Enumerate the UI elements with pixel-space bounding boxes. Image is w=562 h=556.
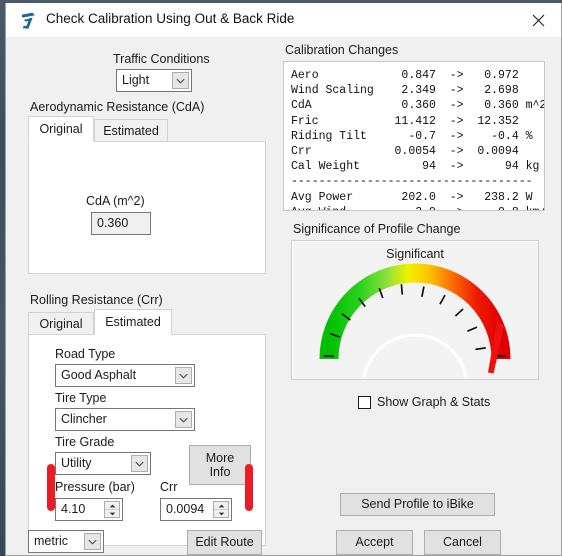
tire-grade-label: Tire Grade [55,435,115,449]
units-select[interactable]: metric [28,530,104,553]
chevron-down-icon [84,533,101,550]
annotation-bracket-left [47,464,55,511]
dialog-window: Check Calibration Using Out & Back Ride … [5,3,562,556]
annotation-bracket-right [245,464,253,511]
pressure-value: 4.10 [61,502,86,516]
significance-group-title: Significance of Profile Change [291,222,463,236]
aero-group-title: Aerodynamic Resistance (CdA) [28,100,207,114]
tire-grade-value: Utility [61,456,92,470]
pressure-stepper[interactable] [104,501,120,518]
title-bar: Check Calibration Using Out & Back Ride [6,3,561,37]
traffic-conditions-label: Traffic Conditions [113,52,210,66]
crr-input[interactable]: 0.0094 [160,498,232,521]
road-type-label: Road Type [55,347,116,361]
tire-type-value: Clincher [61,412,107,426]
crr-group-title: Rolling Resistance (Crr) [28,293,165,307]
cancel-button[interactable]: Cancel [424,530,501,555]
chevron-down-icon [175,367,192,384]
edit-route-button[interactable]: Edit Route [187,530,262,555]
crr-tab-estimated[interactable]: Estimated [94,309,172,335]
cda-input[interactable]: 0.360 [91,212,151,235]
traffic-conditions-select[interactable]: Light [116,69,192,92]
pressure-label: Pressure (bar) [55,480,135,494]
chevron-down-icon [172,72,189,89]
units-value: metric [34,534,69,548]
more-info-button[interactable]: More Info [189,445,251,485]
calibration-changes-text: Aero 0.847 -> 0.972 Wind Scaling 2.349 -… [283,61,545,211]
chevron-down-icon [131,455,148,472]
show-graph-stats-checkbox[interactable]: Show Graph & Stats [358,395,490,409]
crr-stepper[interactable] [213,501,229,518]
checkbox-box-icon [358,395,371,409]
tire-grade-select[interactable]: Utility [55,452,151,475]
calibration-group-title: Calibration Changes [283,43,401,57]
show-graph-stats-label: Show Graph & Stats [377,395,491,409]
traffic-conditions-value: Light [122,73,150,87]
chevron-down-icon [175,411,192,428]
pressure-input[interactable]: 4.10 [55,498,123,521]
cda-label: CdA (m^2) [86,194,145,208]
ibike-logo-icon [19,11,38,30]
aero-tab-original[interactable]: Original [28,116,94,142]
tire-type-select[interactable]: Clincher [55,408,195,431]
road-type-select[interactable]: Good Asphalt [55,364,195,387]
aero-tab-estimated[interactable]: Estimated [94,119,168,141]
crr-tab-original[interactable]: Original [28,312,94,334]
close-button[interactable] [515,3,561,37]
road-type-value: Good Asphalt [61,368,137,382]
significance-gauge-panel: Significant [291,240,539,380]
dialog-body: Traffic Conditions Light Aerodynamic Res… [6,37,561,555]
crr-value: 0.0094 [166,502,205,516]
stepper-up-icon[interactable] [105,502,119,509]
crr-tabs: Road Type Good Asphalt Tire Type Clinche… [28,309,266,546]
stepper-up-icon[interactable] [214,502,228,509]
window-title: Check Calibration Using Out & Back Ride [46,11,295,26]
accept-button[interactable]: Accept [336,530,413,555]
stepper-down-icon[interactable] [105,509,119,517]
crr-value-label: Crr [160,480,178,494]
aero-tab-page: CdA (m^2) 0.360 [28,141,266,274]
tire-type-label: Tire Type [55,391,107,405]
stepper-down-icon[interactable] [214,509,228,517]
crr-tab-page: Road Type Good Asphalt Tire Type Clinche… [28,334,266,546]
aero-tabs: CdA (m^2) 0.360 Original Estimated [28,116,266,274]
cda-value: 0.360 [97,216,129,230]
send-profile-button[interactable]: Send Profile to iBike [340,493,495,516]
significance-gauge [319,263,511,378]
